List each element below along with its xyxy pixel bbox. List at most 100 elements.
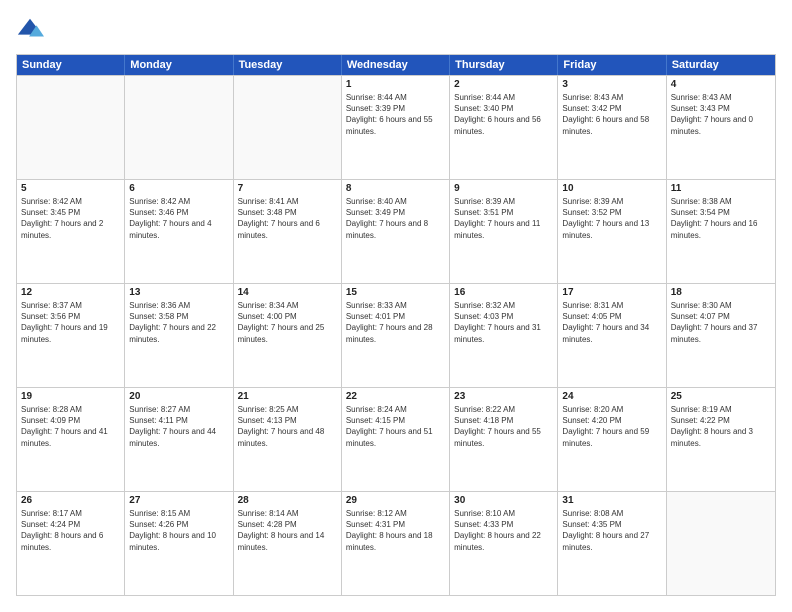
calendar-day-header: Saturday (667, 55, 775, 75)
calendar-cell: 21 Sunrise: 8:25 AMSunset: 4:13 PMDayligh… (234, 388, 342, 491)
calendar-day-header: Wednesday (342, 55, 450, 75)
day-number: 30 (454, 495, 553, 506)
calendar-day-header: Friday (558, 55, 666, 75)
calendar-cell: 18Sunrise: 8:30 AMSunset: 4:07 PMDayligh… (667, 284, 775, 387)
day-number: 15 (346, 287, 445, 298)
day-info: Sunrise: 8:27 AMSunset: 4:11 PMDaylight:… (129, 404, 228, 449)
calendar-header: SundayMondayTuesdayWednesdayThursdayFrid… (17, 55, 775, 75)
day-number: 7 (238, 183, 337, 194)
day-info: Sunrise: 8:44 AMSunset: 3:40 PMDaylight:… (454, 92, 553, 137)
day-number: 28 (238, 495, 337, 506)
day-info: Sunrise: 8:19 AMSunset: 4:22 PMDaylight:… (671, 404, 771, 449)
calendar-day-header: Tuesday (234, 55, 342, 75)
day-number: 23 (454, 391, 553, 402)
calendar-cell: 20Sunrise: 8:27 AMSunset: 4:11 PMDayligh… (125, 388, 233, 491)
calendar-cell: 23Sunrise: 8:22 AMSunset: 4:18 PMDayligh… (450, 388, 558, 491)
calendar-cell: 6Sunrise: 8:42 AMSunset: 3:46 PMDaylight… (125, 180, 233, 283)
day-info: Sunrise: 8:08 AMSunset: 4:35 PMDaylight:… (562, 508, 661, 553)
calendar-cell: 4 Sunrise: 8:43 AMSunset: 3:43 PMDaylight… (667, 76, 775, 179)
calendar-week-row: 19 Sunrise: 8:28 AMSunset: 4:09 PMDayligh… (17, 387, 775, 491)
day-info: Sunrise: 8:43 AMSunset: 3:42 PMDaylight:… (562, 92, 661, 137)
day-number: 11 (671, 183, 771, 194)
day-info: Sunrise: 8:31 AMSunset: 4:05 PMDaylight:… (562, 300, 661, 345)
calendar-cell: 25 Sunrise: 8:19 AMSunset: 4:22 PMDayligh… (667, 388, 775, 491)
calendar-cell: 7 Sunrise: 8:41 AMSunset: 3:48 PMDaylight… (234, 180, 342, 283)
calendar-cell: 29 Sunrise: 8:12 AMSunset: 4:31 PMDayligh… (342, 492, 450, 595)
day-info: Sunrise: 8:38 AMSunset: 3:54 PMDaylight:… (671, 196, 771, 241)
day-number: 27 (129, 495, 228, 506)
day-info: Sunrise: 8:41 AMSunset: 3:48 PMDaylight:… (238, 196, 337, 241)
logo-icon (16, 16, 44, 44)
day-info: Sunrise: 8:20 AMSunset: 4:20 PMDaylight:… (562, 404, 661, 449)
day-info: Sunrise: 8:28 AMSunset: 4:09 PMDaylight:… (21, 404, 120, 449)
day-number: 9 (454, 183, 553, 194)
day-number: 29 (346, 495, 445, 506)
day-number: 21 (238, 391, 337, 402)
day-number: 2 (454, 79, 553, 90)
calendar-week-row: 12 Sunrise: 8:37 AMSunset: 3:56 PMDayligh… (17, 283, 775, 387)
calendar-cell: 14 Sunrise: 8:34 AMSunset: 4:00 PMDayligh… (234, 284, 342, 387)
day-info: Sunrise: 8:14 AMSunset: 4:28 PMDaylight:… (238, 508, 337, 553)
calendar-cell: 13 Sunrise: 8:36 AMSunset: 3:58 PMDayligh… (125, 284, 233, 387)
day-info: Sunrise: 8:32 AMSunset: 4:03 PMDaylight:… (454, 300, 553, 345)
day-info: Sunrise: 8:43 AMSunset: 3:43 PMDaylight:… (671, 92, 771, 137)
day-info: Sunrise: 8:12 AMSunset: 4:31 PMDaylight:… (346, 508, 445, 553)
calendar-cell: 8 Sunrise: 8:40 AMSunset: 3:49 PMDaylight… (342, 180, 450, 283)
day-number: 1 (346, 79, 445, 90)
logo (16, 16, 48, 44)
day-number: 8 (346, 183, 445, 194)
day-info: Sunrise: 8:17 AMSunset: 4:24 PMDaylight:… (21, 508, 120, 553)
day-number: 22 (346, 391, 445, 402)
day-info: Sunrise: 8:44 AMSunset: 3:39 PMDaylight:… (346, 92, 445, 137)
calendar-cell (125, 76, 233, 179)
day-info: Sunrise: 8:24 AMSunset: 4:15 PMDaylight:… (346, 404, 445, 449)
calendar-cell: 27Sunrise: 8:15 AMSunset: 4:26 PMDayligh… (125, 492, 233, 595)
day-number: 31 (562, 495, 661, 506)
day-number: 5 (21, 183, 120, 194)
day-number: 14 (238, 287, 337, 298)
day-info: Sunrise: 8:34 AMSunset: 4:00 PMDaylight:… (238, 300, 337, 345)
calendar-cell: 31 Sunrise: 8:08 AMSunset: 4:35 PMDayligh… (558, 492, 666, 595)
day-info: Sunrise: 8:37 AMSunset: 3:56 PMDaylight:… (21, 300, 120, 345)
calendar-cell: 17 Sunrise: 8:31 AMSunset: 4:05 PMDayligh… (558, 284, 666, 387)
calendar-cell: 26 Sunrise: 8:17 AMSunset: 4:24 PMDayligh… (17, 492, 125, 595)
day-info: Sunrise: 8:42 AMSunset: 3:46 PMDaylight:… (129, 196, 228, 241)
day-number: 16 (454, 287, 553, 298)
day-number: 4 (671, 79, 771, 90)
calendar-cell: 19 Sunrise: 8:28 AMSunset: 4:09 PMDayligh… (17, 388, 125, 491)
calendar-cell: 10 Sunrise: 8:39 AMSunset: 3:52 PMDayligh… (558, 180, 666, 283)
calendar-cell: 22 Sunrise: 8:24 AMSunset: 4:15 PMDayligh… (342, 388, 450, 491)
calendar-cell: 16 Sunrise: 8:32 AMSunset: 4:03 PMDayligh… (450, 284, 558, 387)
calendar-week-row: 1 Sunrise: 8:44 AMSunset: 3:39 PMDaylight… (17, 75, 775, 179)
calendar: SundayMondayTuesdayWednesdayThursdayFrid… (16, 54, 776, 596)
day-info: Sunrise: 8:36 AMSunset: 3:58 PMDaylight:… (129, 300, 228, 345)
day-info: Sunrise: 8:40 AMSunset: 3:49 PMDaylight:… (346, 196, 445, 241)
day-number: 24 (562, 391, 661, 402)
day-info: Sunrise: 8:10 AMSunset: 4:33 PMDaylight:… (454, 508, 553, 553)
day-info: Sunrise: 8:30 AMSunset: 4:07 PMDaylight:… (671, 300, 771, 345)
calendar-cell: 15 Sunrise: 8:33 AMSunset: 4:01 PMDayligh… (342, 284, 450, 387)
day-info: Sunrise: 8:25 AMSunset: 4:13 PMDaylight:… (238, 404, 337, 449)
page: SundayMondayTuesdayWednesdayThursdayFrid… (0, 0, 792, 612)
day-info: Sunrise: 8:42 AMSunset: 3:45 PMDaylight:… (21, 196, 120, 241)
calendar-cell: 28 Sunrise: 8:14 AMSunset: 4:28 PMDayligh… (234, 492, 342, 595)
day-number: 13 (129, 287, 228, 298)
calendar-cell: 5 Sunrise: 8:42 AMSunset: 3:45 PMDaylight… (17, 180, 125, 283)
calendar-cell: 30 Sunrise: 8:10 AMSunset: 4:33 PMDayligh… (450, 492, 558, 595)
calendar-cell: 3 Sunrise: 8:43 AMSunset: 3:42 PMDaylight… (558, 76, 666, 179)
day-number: 25 (671, 391, 771, 402)
day-info: Sunrise: 8:33 AMSunset: 4:01 PMDaylight:… (346, 300, 445, 345)
calendar-day-header: Thursday (450, 55, 558, 75)
calendar-week-row: 26 Sunrise: 8:17 AMSunset: 4:24 PMDayligh… (17, 491, 775, 595)
day-number: 17 (562, 287, 661, 298)
day-number: 12 (21, 287, 120, 298)
day-number: 19 (21, 391, 120, 402)
calendar-cell: 2 Sunrise: 8:44 AMSunset: 3:40 PMDaylight… (450, 76, 558, 179)
day-number: 26 (21, 495, 120, 506)
calendar-cell: 11 Sunrise: 8:38 AMSunset: 3:54 PMDayligh… (667, 180, 775, 283)
day-number: 10 (562, 183, 661, 194)
day-number: 3 (562, 79, 661, 90)
calendar-cell: 1 Sunrise: 8:44 AMSunset: 3:39 PMDaylight… (342, 76, 450, 179)
calendar-cell (234, 76, 342, 179)
day-info: Sunrise: 8:39 AMSunset: 3:52 PMDaylight:… (562, 196, 661, 241)
